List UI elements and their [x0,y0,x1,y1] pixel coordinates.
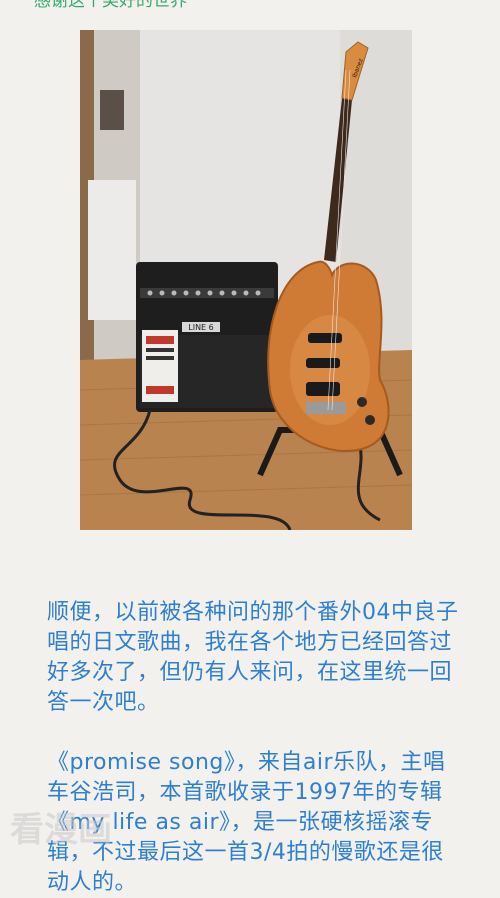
article-body: 顺便，以前被各种问的那个番外04中良子唱的日文歌曲，我在各个地方已经回答过好多次… [47,598,462,898]
paragraph-1: 顺便，以前被各种问的那个番外04中良子唱的日文歌曲，我在各个地方已经回答过好多次… [47,600,459,715]
guitar-photo: LINE 6 Ibanez [80,30,412,530]
amp-logo-text: LINE 6 [188,323,214,332]
previous-text-line: 感谢这个美好的世界 [34,0,187,11]
paragraph-2: 《promise song》，来自air乐队，主唱车谷浩司，本首歌收录于1997… [47,750,446,895]
